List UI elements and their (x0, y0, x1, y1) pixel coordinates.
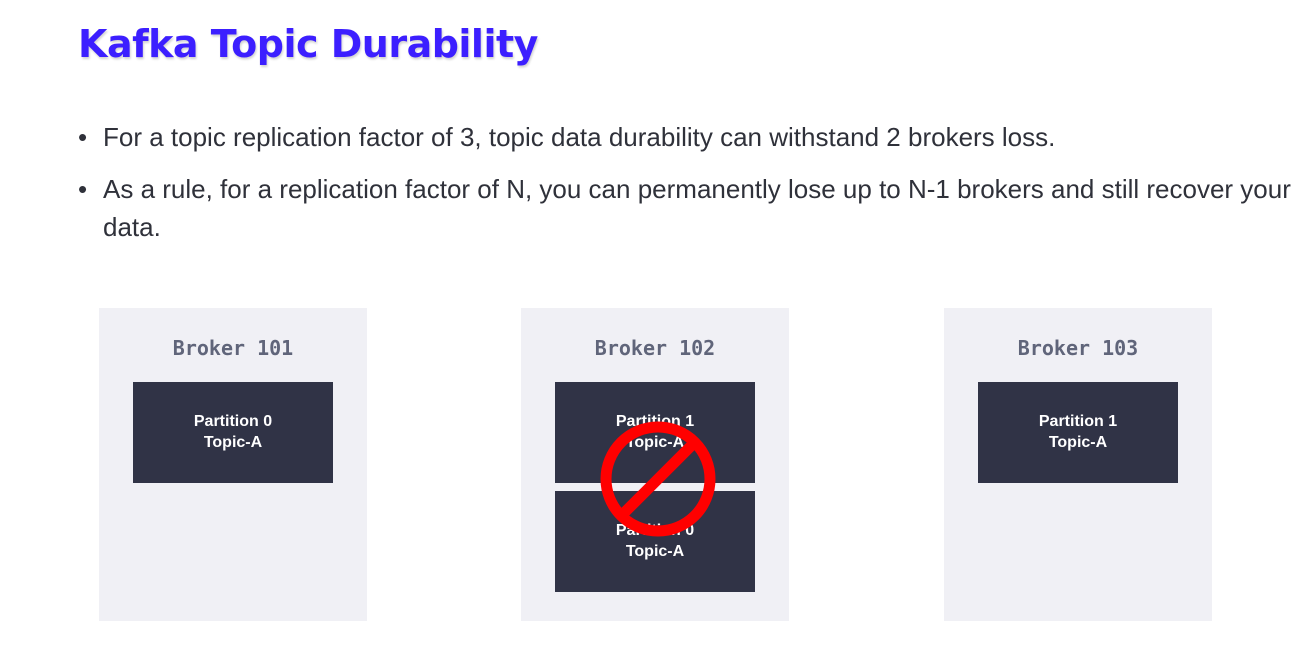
bullet-text: As a rule, for a replication factor of N… (103, 174, 1291, 242)
bullet-item: • For a topic replication factor of 3, t… (76, 118, 1306, 156)
partition-topic: Topic-A (1048, 434, 1108, 451)
partition-topic: Topic-A (625, 543, 685, 560)
broker-101: Broker 101 Partition 0 Topic-A (99, 308, 367, 621)
bullet-text: For a topic replication factor of 3, top… (103, 122, 1056, 152)
partition-name: Partition 0 (193, 413, 273, 430)
bullet-dot-icon: • (78, 174, 88, 204)
bullet-list: • For a topic replication factor of 3, t… (76, 118, 1306, 260)
partition-box: Partition 0 Topic-A (133, 382, 333, 483)
partition-box: Partition 1 Topic-A (978, 382, 1178, 483)
bullet-dot-icon: • (78, 122, 88, 152)
broker-label: Broker 102 (594, 336, 716, 360)
broker-label: Broker 103 (1017, 336, 1139, 360)
partition-name: Partition 1 (1038, 413, 1118, 430)
partition-topic: Topic-A (203, 434, 263, 451)
bullet-item: • As a rule, for a replication factor of… (76, 170, 1306, 246)
no-entry-slash (618, 439, 698, 519)
broker-103: Broker 103 Partition 1 Topic-A (944, 308, 1212, 621)
broker-label: Broker 101 (172, 336, 294, 360)
slide-title: Kafka Topic Durability (78, 22, 538, 66)
no-entry-icon (600, 421, 716, 537)
